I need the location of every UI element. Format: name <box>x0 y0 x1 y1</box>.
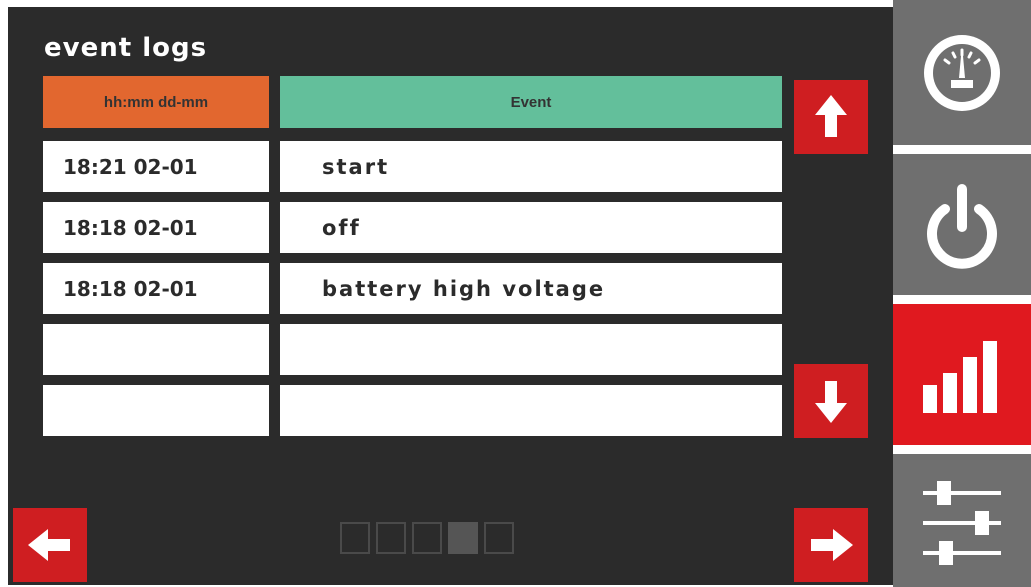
gauge-icon <box>924 34 1000 111</box>
table-row-time-cell: 18:18 02-01 <box>43 202 269 253</box>
arrow-left-icon <box>28 529 70 561</box>
column-header-event: Event <box>280 76 782 128</box>
sidebar-item-settings[interactable] <box>893 454 1031 587</box>
page-dot-active <box>448 522 478 554</box>
sidebar-item-power[interactable] <box>893 154 1031 295</box>
scroll-down-button[interactable] <box>794 364 868 438</box>
next-page-button[interactable] <box>794 508 868 582</box>
power-icon <box>927 183 997 269</box>
sidebar-item-gauge[interactable] <box>893 0 1031 145</box>
arrow-right-icon <box>811 529 853 561</box>
previous-page-button[interactable] <box>13 508 87 582</box>
sidebar-item-event-logs[interactable] <box>893 304 1031 445</box>
table-row-event-cell <box>280 324 782 375</box>
table-row-event-cell <box>280 385 782 436</box>
sliders-icon <box>923 480 1001 565</box>
table-row-time-cell <box>43 324 269 375</box>
page-dot <box>340 522 370 554</box>
page-dot <box>484 522 514 554</box>
arrow-down-icon <box>815 381 847 423</box>
table-row-time-cell: 18:18 02-01 <box>43 263 269 314</box>
arrow-up-icon <box>815 95 847 137</box>
table-row-event-cell: battery high voltage <box>280 263 782 314</box>
table-row-time-cell <box>43 385 269 436</box>
page-title: event logs <box>44 33 208 63</box>
page-dot <box>412 522 442 554</box>
scroll-up-button[interactable] <box>794 80 868 154</box>
bar-chart-icon <box>923 340 997 413</box>
table-row-event-cell: off <box>280 202 782 253</box>
page-indicator <box>340 522 514 554</box>
table-row-time-cell: 18:21 02-01 <box>43 141 269 192</box>
page-dot <box>376 522 406 554</box>
table-row-event-cell: start <box>280 141 782 192</box>
column-header-time: hh:mm dd-mm <box>43 76 269 128</box>
